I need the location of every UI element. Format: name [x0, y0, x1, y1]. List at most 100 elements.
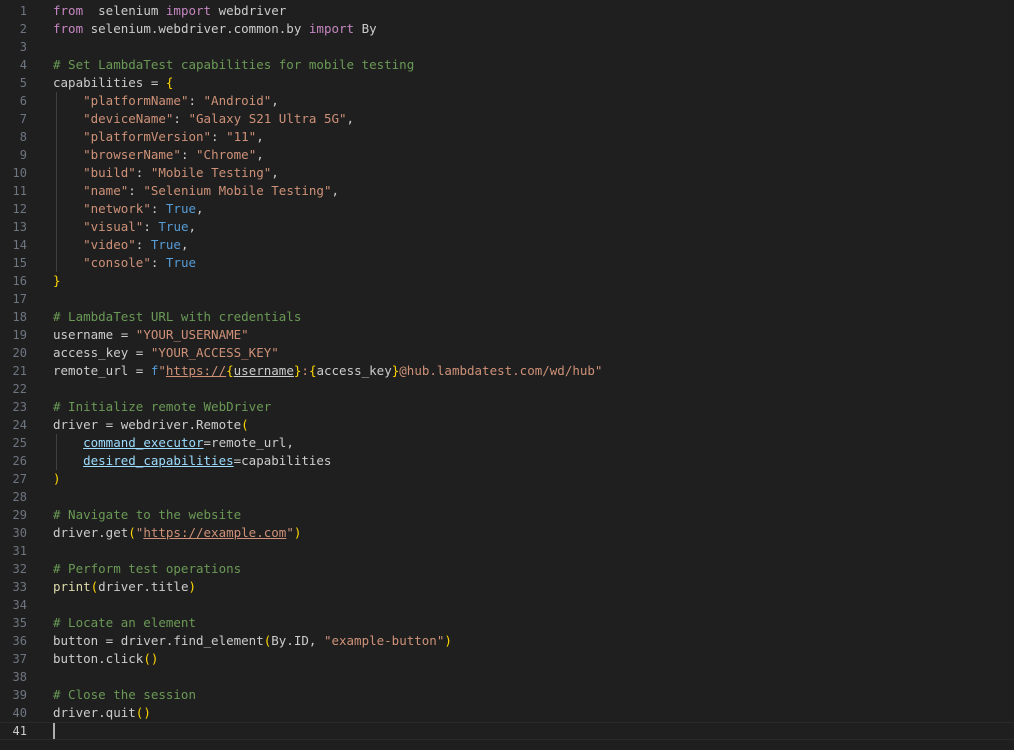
- code-token: "platformName": [83, 93, 189, 108]
- code-line[interactable]: 30 driver.get("https://example.com"): [0, 524, 1014, 542]
- code-line[interactable]: 9 "browserName": "Chrome",: [0, 146, 1014, 164]
- code-token: :: [180, 147, 197, 162]
- code-line[interactable]: 7 "deviceName": "Galaxy S21 Ultra 5G",: [0, 110, 1014, 128]
- code-text[interactable]: driver.quit(): [53, 704, 151, 722]
- code-line[interactable]: 1 from selenium import webdriver: [0, 2, 1014, 20]
- code-text[interactable]: from selenium import webdriver: [53, 2, 286, 20]
- code-token: "console": [83, 255, 151, 270]
- code-text[interactable]: # Set LambdaTest capabilities for mobile…: [53, 56, 414, 74]
- code-line[interactable]: 34: [0, 596, 1014, 614]
- code-line[interactable]: 26 desired_capabilities=capabilities: [0, 452, 1014, 470]
- code-token: access_key: [316, 363, 392, 378]
- code-text[interactable]: ): [53, 470, 61, 488]
- code-line[interactable]: 24 driver = webdriver.Remote(: [0, 416, 1014, 434]
- code-line[interactable]: 5 capabilities = {: [0, 74, 1014, 92]
- code-line[interactable]: 6 "platformName": "Android",: [0, 92, 1014, 110]
- code-line[interactable]: 31: [0, 542, 1014, 560]
- code-line[interactable]: 28: [0, 488, 1014, 506]
- line-number: 3: [19, 40, 27, 54]
- code-line[interactable]: 40 driver.quit(): [0, 704, 1014, 722]
- code-text[interactable]: "visual": True,: [53, 218, 196, 236]
- code-line[interactable]: 4 # Set LambdaTest capabilities for mobil…: [0, 56, 1014, 74]
- code-line[interactable]: 13 "visual": True,: [0, 218, 1014, 236]
- code-line[interactable]: 41: [0, 722, 1014, 740]
- code-line[interactable]: 27): [0, 470, 1014, 488]
- code-text[interactable]: capabilities = {: [53, 74, 173, 92]
- code-token: True: [165, 255, 197, 270]
- code-line[interactable]: 8 "platformVersion": "11",: [0, 128, 1014, 146]
- code-text[interactable]: "deviceName": "Galaxy S21 Ultra 5G",: [53, 110, 354, 128]
- code-text[interactable]: "build": "Mobile Testing",: [53, 164, 279, 182]
- line-number: 4: [19, 58, 27, 72]
- code-text[interactable]: # Navigate to the website: [53, 506, 241, 524]
- code-line[interactable]: 29 # Navigate to the website: [0, 506, 1014, 524]
- code-text[interactable]: print(driver.title): [53, 578, 196, 596]
- code-text[interactable]: # Perform test operations: [53, 560, 241, 578]
- code-token: "name": [83, 183, 129, 198]
- code-text[interactable]: "console": True: [53, 254, 196, 272]
- code-line[interactable]: 23 # Initialize remote WebDriver: [0, 398, 1014, 416]
- code-line[interactable]: 18 # LambdaTest URL with credentials: [0, 308, 1014, 326]
- code-text[interactable]: "platformVersion": "11",: [53, 128, 264, 146]
- code-line[interactable]: 36 button = driver.find_element(By.ID, "e…: [0, 632, 1014, 650]
- code-text[interactable]: # Initialize remote WebDriver: [53, 398, 271, 416]
- code-line[interactable]: 37 button.click(): [0, 650, 1014, 668]
- code-text[interactable]: # Close the session: [53, 686, 196, 704]
- code-line[interactable]: 22: [0, 380, 1014, 398]
- code-text[interactable]: # LambdaTest URL with credentials: [53, 308, 301, 326]
- line-number: 27: [12, 472, 27, 486]
- code-text[interactable]: driver.get("https://example.com"): [53, 524, 301, 542]
- code-text[interactable]: access_key = "YOUR_ACCESS_KEY": [53, 344, 279, 362]
- code-token: desired_capabilities: [83, 453, 234, 468]
- code-token: :: [128, 183, 144, 198]
- code-token: True: [150, 237, 181, 252]
- line-number: 30: [12, 526, 27, 540]
- code-line[interactable]: 2 from selenium.webdriver.common.by impor…: [0, 20, 1014, 38]
- code-text[interactable]: button.click(): [53, 650, 158, 668]
- code-lines[interactable]: 1 from selenium import webdriver 2 from sel…: [0, 2, 1014, 740]
- code-token: capabilities =: [53, 75, 166, 90]
- code-text[interactable]: "browserName": "Chrome",: [53, 146, 264, 164]
- code-line[interactable]: 3: [0, 38, 1014, 56]
- code-text[interactable]: "platformName": "Android",: [53, 92, 279, 110]
- code-line[interactable]: 17: [0, 290, 1014, 308]
- code-line[interactable]: 33 print(driver.title): [0, 578, 1014, 596]
- code-token: ,: [271, 165, 279, 180]
- code-line[interactable]: 39 # Close the session: [0, 686, 1014, 704]
- code-text[interactable]: driver = webdriver.Remote(: [53, 416, 249, 434]
- code-line[interactable]: 38: [0, 668, 1014, 686]
- code-line[interactable]: 14 "video": True,: [0, 236, 1014, 254]
- code-token: https://: [165, 363, 227, 378]
- code-editor[interactable]: 1 from selenium import webdriver 2 from sel…: [0, 0, 1014, 750]
- code-line[interactable]: 10 "build": "Mobile Testing",: [0, 164, 1014, 182]
- code-text[interactable]: "name": "Selenium Mobile Testing",: [53, 182, 339, 200]
- code-token: ,: [346, 111, 355, 126]
- code-text[interactable]: }: [53, 272, 61, 290]
- code-text[interactable]: username = "YOUR_USERNAME": [53, 326, 249, 344]
- code-line[interactable]: 20 access_key = "YOUR_ACCESS_KEY": [0, 344, 1014, 362]
- line-number: 16: [12, 274, 27, 288]
- code-text[interactable]: "video": True,: [53, 236, 188, 254]
- code-line[interactable]: 35 # Locate an element: [0, 614, 1014, 632]
- code-text[interactable]: command_executor=remote_url,: [53, 434, 294, 452]
- code-token: driver = webdriver.Remote: [53, 417, 242, 432]
- code-text[interactable]: "network": True,: [53, 200, 203, 218]
- code-text[interactable]: button = driver.find_element(By.ID, "exa…: [53, 632, 452, 650]
- code-line[interactable]: 21 remote_url = f"https://{username}:{acc…: [0, 362, 1014, 380]
- code-line[interactable]: 16}: [0, 272, 1014, 290]
- code-text[interactable]: # Locate an element: [53, 614, 196, 632]
- code-line[interactable]: 12 "network": True,: [0, 200, 1014, 218]
- code-text[interactable]: desired_capabilities=capabilities: [53, 452, 331, 470]
- line-number: 22: [12, 382, 27, 396]
- code-line[interactable]: 25 command_executor=remote_url,: [0, 434, 1014, 452]
- code-text[interactable]: remote_url = f"https://{username}:{acces…: [53, 362, 602, 380]
- code-text[interactable]: from selenium.webdriver.common.by import…: [53, 20, 377, 38]
- code-token: access_key =: [53, 345, 151, 360]
- code-line[interactable]: 15 "console": True: [0, 254, 1014, 272]
- code-line[interactable]: 19 username = "YOUR_USERNAME": [0, 326, 1014, 344]
- code-line[interactable]: 32 # Perform test operations: [0, 560, 1014, 578]
- code-line[interactable]: 11 "name": "Selenium Mobile Testing",: [0, 182, 1014, 200]
